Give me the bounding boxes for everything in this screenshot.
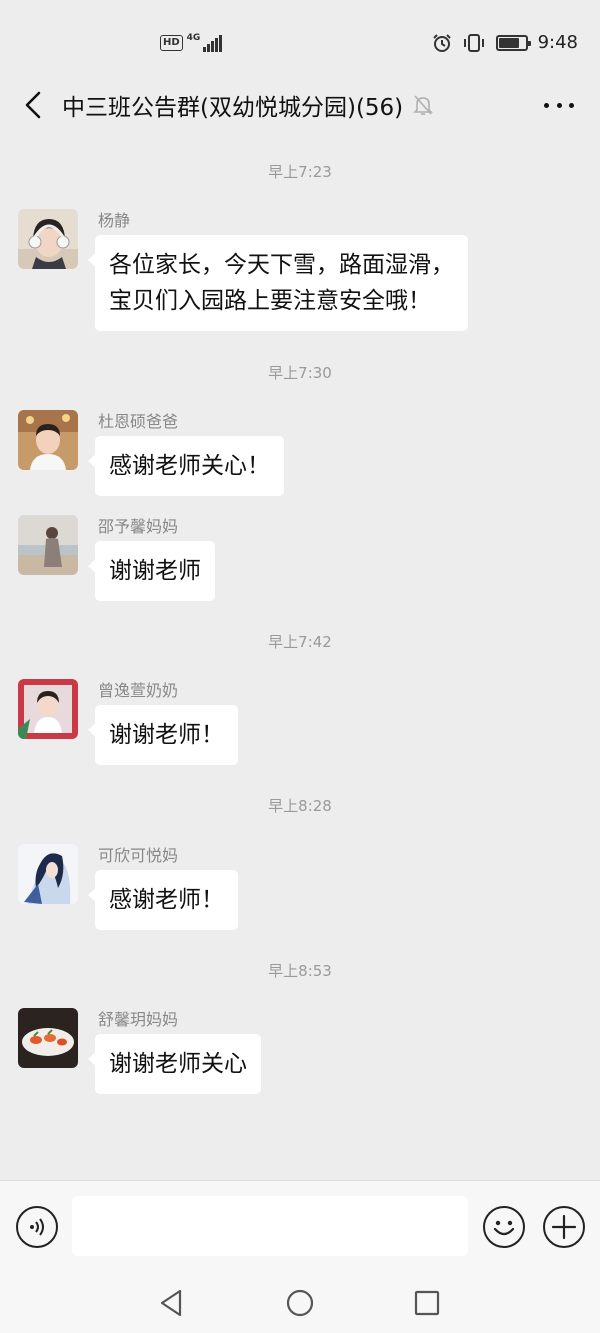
sender-name: 可欣可悦妈	[98, 846, 179, 865]
voice-icon	[30, 1218, 44, 1236]
voice-button[interactable]	[16, 1206, 58, 1248]
message-bubble[interactable]: 感谢老师！	[88, 870, 238, 930]
chat-screen: HD 4G 9:48 中三班公告群(双幼悦城分园)(56) 早上7:23 杨静 …	[0, 0, 600, 1333]
sender-name: 邵予馨妈妈	[98, 517, 179, 536]
message-line: 感谢老师！	[109, 887, 224, 913]
message-bubble[interactable]: 谢谢老师	[88, 541, 215, 601]
signal-icon: 4G	[187, 34, 223, 52]
input-bar	[0, 1180, 600, 1272]
back-arrow-icon	[25, 91, 41, 119]
message-line: 宝贝们入园路上要注意安全哦！	[109, 288, 431, 314]
message-item: 舒馨玥妈妈 谢谢老师关心	[18, 1008, 578, 1098]
timestamp: 早上7:30	[268, 364, 332, 382]
group-title: 中三班公告群(双幼悦城分园)(56)	[62, 95, 404, 121]
message-item: 杨静 各位家长，今天下雪，路面湿滑， 宝贝们入园路上要注意安全哦！	[18, 209, 578, 339]
message-line: 感谢老师关心！	[109, 453, 270, 479]
sender-name: 曾逸萱奶奶	[98, 681, 179, 700]
system-home-button[interactable]	[283, 1286, 317, 1320]
message-bubble[interactable]: 感谢老师关心！	[88, 436, 284, 496]
message-item: 杜恩硕爸爸 感谢老师关心！	[18, 410, 578, 500]
system-recents-button[interactable]	[410, 1286, 444, 1320]
avatar-anime	[18, 844, 78, 904]
timestamp: 早上8:53	[268, 962, 332, 980]
chat-header: 中三班公告群(双幼悦城分园)(56)	[0, 80, 600, 130]
message-bubble[interactable]: 谢谢老师关心	[88, 1034, 261, 1094]
avatar[interactable]	[18, 1008, 78, 1068]
message-line: 谢谢老师	[109, 558, 201, 584]
message-bubble[interactable]: 各位家长，今天下雪，路面湿滑， 宝贝们入园路上要注意安全哦！	[88, 235, 468, 331]
message-item: 邵予馨妈妈 谢谢老师	[18, 515, 578, 605]
network-type: 4G	[186, 33, 201, 43]
timestamp: 早上8:28	[268, 797, 332, 815]
sender-name: 杨静	[98, 211, 131, 230]
avatar-girl-red	[18, 679, 78, 739]
home-circle-icon	[286, 1289, 314, 1317]
system-back-button[interactable]	[154, 1286, 188, 1320]
mute-bell-icon	[413, 94, 434, 116]
status-right: 9:48	[432, 32, 578, 53]
plus-icon	[551, 1214, 577, 1240]
system-nav-bar	[0, 1272, 600, 1333]
avatar[interactable]	[18, 515, 78, 575]
alarm-icon	[432, 33, 451, 52]
battery-fill	[498, 37, 520, 48]
timestamp: 早上7:23	[268, 163, 332, 181]
emoji-icon	[493, 1220, 515, 1236]
avatar[interactable]	[18, 209, 78, 269]
vibrate-icon	[463, 33, 484, 52]
status-bar: HD 4G 9:48	[0, 0, 600, 80]
more-button[interactable]	[544, 92, 574, 118]
title-area: 中三班公告群(双幼悦城分园)(56)	[62, 88, 434, 122]
message-line: 谢谢老师！	[109, 722, 224, 748]
timestamp: 早上7:42	[268, 633, 332, 651]
message-input[interactable]	[72, 1196, 468, 1256]
avatar-food	[18, 1008, 78, 1068]
message-line: 各位家长，今天下雪，路面湿滑，	[109, 252, 454, 278]
back-triangle-icon	[160, 1289, 182, 1317]
message-bubble[interactable]: 谢谢老师！	[88, 705, 238, 765]
message-list[interactable]: 早上7:23 杨静 各位家长，今天下雪，路面湿滑， 宝贝们入园路上要注意安全哦！	[0, 130, 600, 1180]
clock: 9:48	[537, 32, 578, 53]
plus-button[interactable]	[543, 1206, 585, 1248]
sender-name: 舒馨玥妈妈	[98, 1010, 179, 1029]
avatar[interactable]	[18, 844, 78, 904]
avatar-beach	[18, 515, 78, 575]
avatar-boy	[18, 410, 78, 470]
more-dots-icon	[544, 102, 549, 108]
sender-name: 杜恩硕爸爸	[98, 412, 179, 431]
emoji-button[interactable]	[483, 1206, 525, 1248]
back-button[interactable]	[18, 88, 48, 122]
status-left: HD 4G	[160, 34, 223, 52]
message-item: 可欣可悦妈 感谢老师！	[18, 844, 578, 934]
avatar[interactable]	[18, 410, 78, 470]
message-line: 谢谢老师关心	[109, 1051, 247, 1077]
battery-icon	[495, 34, 531, 51]
recents-square-icon	[414, 1290, 440, 1316]
message-item: 曾逸萱奶奶 谢谢老师！	[18, 679, 578, 769]
hd-badge: HD	[160, 35, 183, 51]
avatar-girl-headphones	[18, 209, 78, 269]
avatar[interactable]	[18, 679, 78, 739]
